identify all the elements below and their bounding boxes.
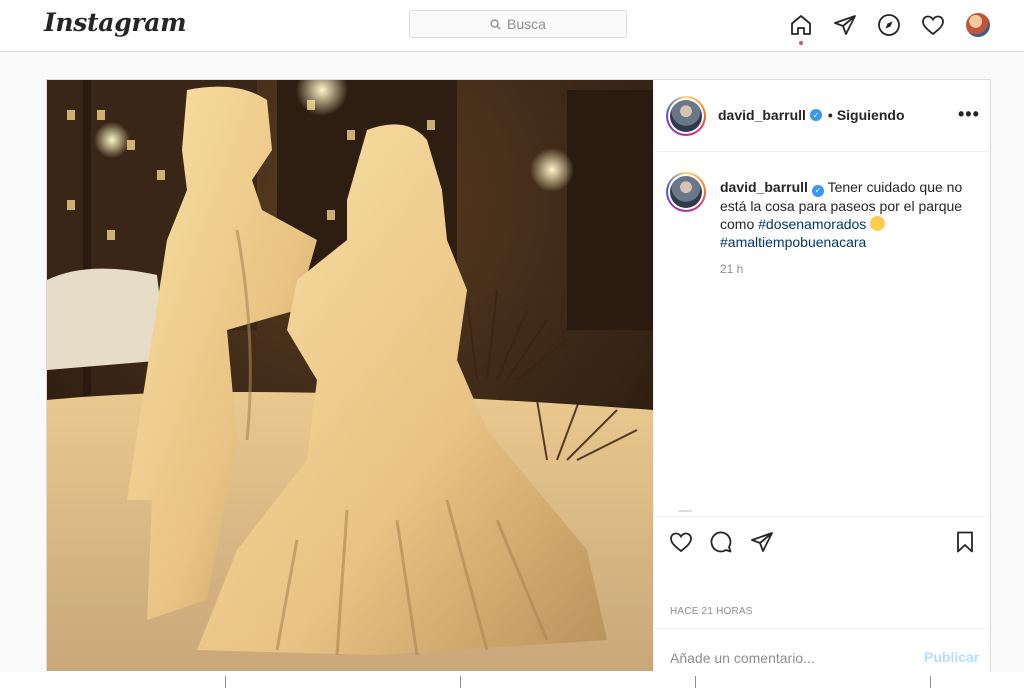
caption-time: 21 h xyxy=(720,262,744,276)
direct-icon xyxy=(834,15,856,35)
post-card: david_barrull ✓ • Siguiendo ••• david_ba… xyxy=(46,79,992,689)
divider xyxy=(695,676,696,688)
following-button[interactable]: Siguiendo xyxy=(837,107,905,123)
divider xyxy=(460,676,461,688)
like-button[interactable] xyxy=(668,529,694,555)
home-icon xyxy=(791,15,811,35)
separator-dot: • xyxy=(827,107,833,123)
action-bar xyxy=(654,516,992,568)
direct-button[interactable] xyxy=(832,12,858,38)
home-button[interactable] xyxy=(788,12,814,45)
profile-avatar[interactable] xyxy=(966,13,990,37)
comment-button[interactable] xyxy=(708,529,734,555)
post-header: david_barrull ✓ • Siguiendo ••• xyxy=(654,80,992,152)
post-photo[interactable] xyxy=(47,80,653,671)
notification-dot xyxy=(799,41,803,45)
author-avatar[interactable] xyxy=(666,96,706,136)
explore-button[interactable] xyxy=(876,12,902,38)
scroll-indicator xyxy=(678,510,692,512)
bottom-bar xyxy=(0,672,1024,689)
hashtag-link[interactable]: #amaltiempobuenacara xyxy=(720,234,866,250)
laughing-emoji-icon xyxy=(870,216,886,231)
hashtag-link[interactable]: #dosenamorados xyxy=(758,216,866,232)
search-icon xyxy=(490,18,501,30)
post-timestamp[interactable]: HACE 21 HORAS xyxy=(670,606,753,617)
caption-avatar[interactable] xyxy=(666,172,706,212)
instagram-logo[interactable]: Instagram xyxy=(44,8,187,37)
caption-text: david_barrull ✓ Tener cuidado que no está… xyxy=(720,178,984,251)
direct-icon xyxy=(751,532,773,552)
heart-icon xyxy=(670,532,692,553)
search-box[interactable]: Busca xyxy=(409,10,627,38)
more-options-icon[interactable]: ••• xyxy=(958,104,980,125)
verified-badge-icon: ✓ xyxy=(809,109,822,121)
save-button[interactable] xyxy=(952,529,978,555)
divider xyxy=(225,676,226,688)
caption-username[interactable]: david_barrull xyxy=(720,179,808,195)
publish-button[interactable]: Publicar xyxy=(924,649,979,665)
post-sidebar: david_barrull ✓ • Siguiendo ••• david_ba… xyxy=(653,80,992,689)
divider xyxy=(930,676,931,688)
search-placeholder: Busca xyxy=(507,16,546,32)
comment-icon xyxy=(710,531,732,553)
nav-icons xyxy=(788,12,990,45)
heart-icon xyxy=(922,15,944,36)
top-navigation: Instagram Busca xyxy=(0,0,1024,52)
activity-button[interactable] xyxy=(920,12,946,38)
author-line: david_barrull ✓ • Siguiendo xyxy=(718,107,905,123)
author-username[interactable]: david_barrull xyxy=(718,107,806,123)
snow-sculpture-image xyxy=(47,80,653,671)
comment-input[interactable] xyxy=(670,649,900,667)
caption-area: david_barrull ✓ Tener cuidado que no está… xyxy=(654,152,992,516)
explore-icon xyxy=(878,14,900,36)
share-button[interactable] xyxy=(749,529,775,555)
verified-badge-icon: ✓ xyxy=(811,185,824,197)
bookmark-icon xyxy=(957,531,973,553)
